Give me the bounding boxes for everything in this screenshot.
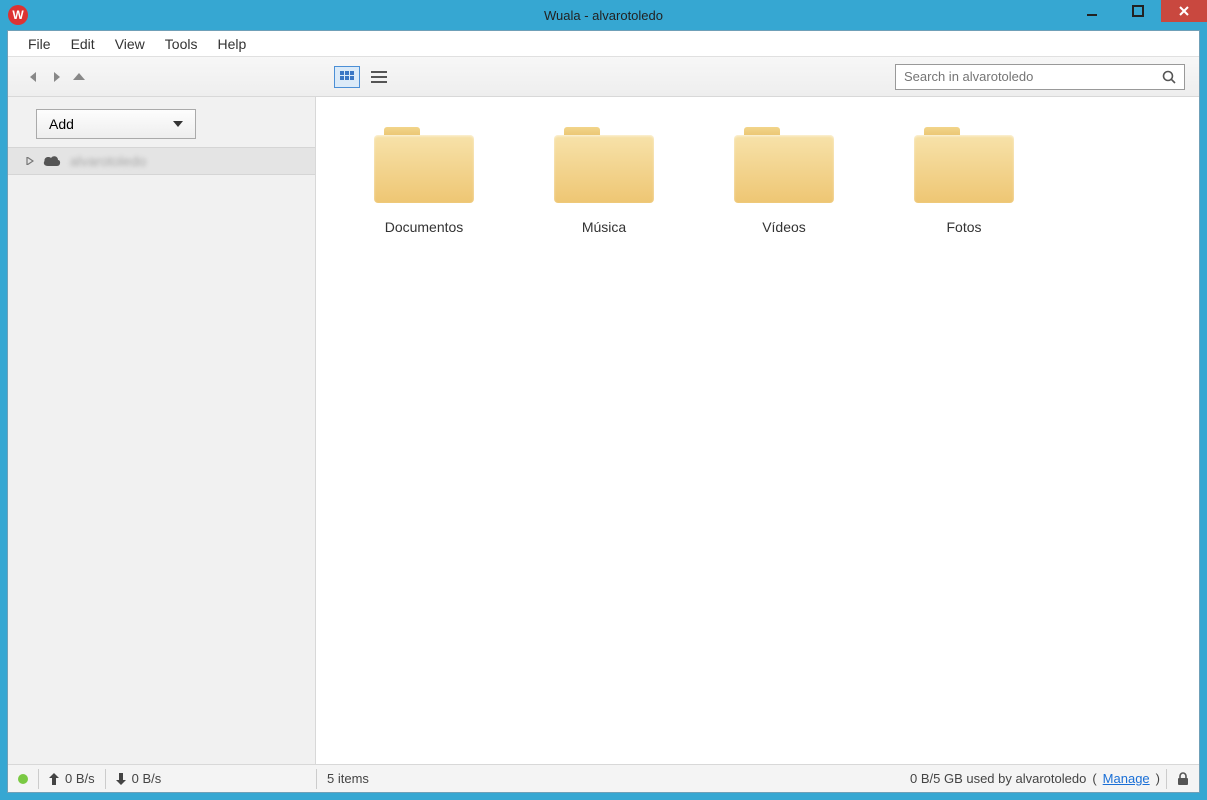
search-box xyxy=(895,64,1185,90)
manage-link[interactable]: Manage xyxy=(1103,771,1150,786)
folder-label: Fotos xyxy=(946,219,981,235)
storage-text: 0 B/5 GB used by alvarotoledo xyxy=(910,771,1086,786)
item-count: 5 items xyxy=(317,771,369,786)
content: Add alvarotoledo xyxy=(8,97,1199,764)
up-button[interactable] xyxy=(72,72,86,82)
statusbar: 0 B/s 0 B/s 5 items 0 B/5 GB used by alv… xyxy=(8,764,1199,792)
titlebar: W Wuala - alvarotoledo xyxy=(0,0,1207,30)
upload-rate: 0 B/s xyxy=(49,771,95,786)
app-icon: W xyxy=(8,5,28,25)
add-row: Add xyxy=(8,97,315,147)
folder-icon xyxy=(734,127,834,203)
status-right: 0 B/5 GB used by alvarotoledo ( Manage) xyxy=(910,769,1199,789)
main-pane[interactable]: Documentos Música Vídeos Fotos xyxy=(316,97,1199,764)
window-controls xyxy=(1069,0,1207,22)
folder-label: Documentos xyxy=(385,219,464,235)
icons-view-button[interactable] xyxy=(334,66,360,88)
nav-area xyxy=(8,57,316,96)
add-label: Add xyxy=(49,116,74,132)
status-indicator-icon xyxy=(18,774,28,784)
window-title: Wuala - alvarotoledo xyxy=(0,8,1207,23)
cloud-icon xyxy=(42,154,62,168)
search-icon[interactable] xyxy=(1154,70,1184,84)
folder-grid: Documentos Música Vídeos Fotos xyxy=(334,121,1181,249)
close-button[interactable] xyxy=(1161,0,1207,22)
tree: alvarotoledo xyxy=(8,147,315,175)
chevron-right-icon[interactable] xyxy=(26,157,34,165)
list-view-button[interactable] xyxy=(366,66,392,88)
folder-label: Música xyxy=(582,219,626,235)
window-inner: File Edit View Tools Help xyxy=(7,30,1200,793)
window: W Wuala - alvarotoledo File Edit View To… xyxy=(0,0,1207,800)
status-left: 0 B/s 0 B/s xyxy=(8,765,316,792)
toolbar xyxy=(8,57,1199,97)
divider xyxy=(1166,769,1167,789)
minimize-button[interactable] xyxy=(1069,0,1115,22)
back-button[interactable] xyxy=(28,71,40,83)
menu-edit[interactable]: Edit xyxy=(61,34,105,54)
view-switcher xyxy=(316,66,392,88)
paren-open: ( xyxy=(1092,771,1096,786)
paren-close: ) xyxy=(1156,771,1160,786)
menu-tools[interactable]: Tools xyxy=(155,34,208,54)
forward-button[interactable] xyxy=(50,71,62,83)
tree-root-item[interactable]: alvarotoledo xyxy=(8,147,315,175)
arrow-up-icon xyxy=(49,773,59,785)
maximize-button[interactable] xyxy=(1115,0,1161,22)
divider xyxy=(38,769,39,789)
menu-file[interactable]: File xyxy=(18,34,61,54)
search-input[interactable] xyxy=(896,69,1154,84)
folder-documentos[interactable]: Documentos xyxy=(334,121,514,249)
arrow-down-icon xyxy=(116,773,126,785)
folder-icon xyxy=(914,127,1014,203)
upload-rate-value: 0 B/s xyxy=(65,771,95,786)
folder-icon xyxy=(554,127,654,203)
menubar: File Edit View Tools Help xyxy=(8,31,1199,57)
menu-help[interactable]: Help xyxy=(207,34,256,54)
lock-icon xyxy=(1177,772,1189,786)
download-rate: 0 B/s xyxy=(116,771,162,786)
download-rate-value: 0 B/s xyxy=(132,771,162,786)
add-button[interactable]: Add xyxy=(36,109,196,139)
menu-view[interactable]: View xyxy=(105,34,155,54)
folder-fotos[interactable]: Fotos xyxy=(874,121,1054,249)
chevron-down-icon xyxy=(173,121,183,127)
folder-icon xyxy=(374,127,474,203)
divider xyxy=(105,769,106,789)
folder-label: Vídeos xyxy=(762,219,806,235)
folder-musica[interactable]: Música xyxy=(514,121,694,249)
tree-root-label: alvarotoledo xyxy=(70,153,146,169)
folder-videos[interactable]: Vídeos xyxy=(694,121,874,249)
sidebar: Add alvarotoledo xyxy=(8,97,316,764)
